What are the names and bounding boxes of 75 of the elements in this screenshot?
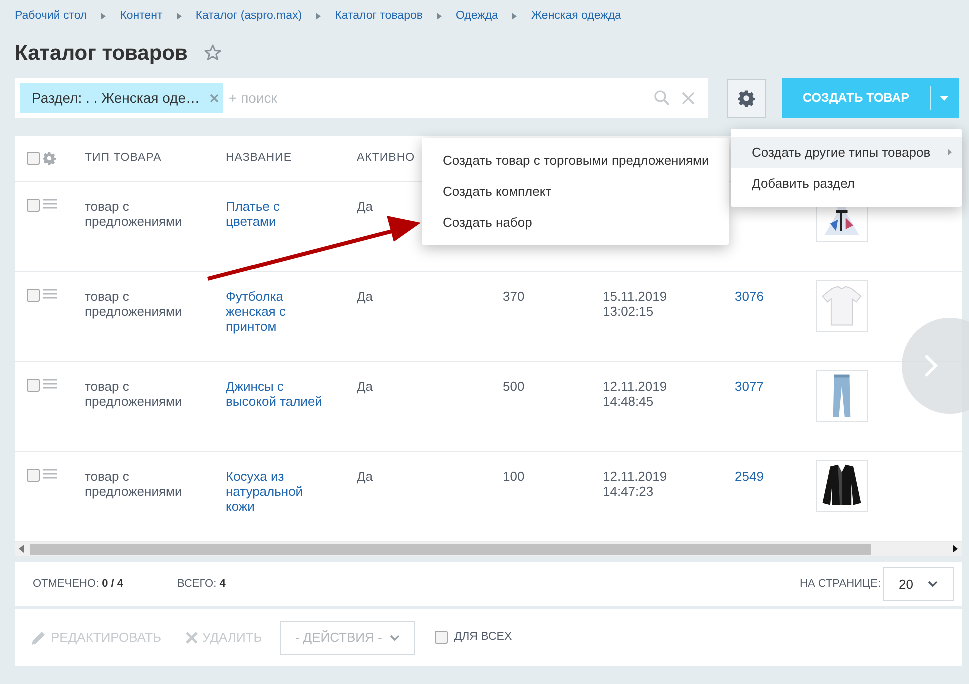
row-checkbox[interactable] <box>27 289 40 302</box>
breadcrumb-link[interactable]: Женская одежда <box>531 8 622 26</box>
table-cell-text: Да <box>357 379 374 394</box>
chevron-down-icon <box>928 581 938 588</box>
search-icon[interactable] <box>654 90 670 106</box>
table-cell-text: товар с предложениями <box>85 289 184 320</box>
star-icon[interactable] <box>204 44 222 62</box>
table-cell-text: Да <box>357 199 374 214</box>
settings-icon <box>738 90 755 107</box>
settings-button[interactable] <box>727 78 766 118</box>
product-link[interactable]: Косуха из натуральной кожи <box>226 469 357 514</box>
table-cell: 370 <box>503 289 525 304</box>
chevron-icon <box>512 13 518 20</box>
row-checkbox[interactable] <box>27 199 40 212</box>
table-cell: 12.11.2019 14:48:45 <box>603 379 668 410</box>
menu-item[interactable]: Создать набор <box>422 207 729 238</box>
settings-icon[interactable] <box>43 152 56 166</box>
close-icon[interactable] <box>682 92 695 105</box>
close-icon <box>186 632 198 644</box>
breadcrumb-link[interactable]: Каталог (aspro.max) <box>196 8 302 26</box>
table-cell-text: товар с предложениями <box>85 199 184 230</box>
filter-tag-label: Раздел: . . Женская оде… <box>32 88 200 108</box>
menu-icon[interactable] <box>43 199 57 210</box>
table-cell-text: Да <box>357 469 374 484</box>
chevron-down-icon <box>390 634 400 641</box>
for-all-label: ДЛЯ ВСЕХ <box>454 630 512 646</box>
scrollbar-thumb[interactable] <box>30 544 871 555</box>
menu-item[interactable]: Создать комплект <box>422 176 729 207</box>
chevron-right-icon <box>924 354 938 378</box>
id-link[interactable]: 3077 <box>735 379 764 394</box>
chevron-icon <box>101 13 106 20</box>
chevron-icon <box>436 13 442 20</box>
filter-tag[interactable]: Раздел: . . Женская оде… <box>20 83 224 114</box>
table-cell: 12.11.2019 14:47:23 <box>603 469 668 500</box>
total-count: ВСЕГО: 4 <box>177 577 226 592</box>
menu-icon[interactable] <box>43 469 57 480</box>
id-link[interactable]: 2549 <box>735 469 764 484</box>
search-input[interactable]: + поиск <box>229 88 648 109</box>
product-link[interactable]: Футболка женская с принтом <box>226 289 357 334</box>
remove-icon[interactable] <box>210 94 220 103</box>
table-cell-text: Да <box>357 289 374 304</box>
column-header[interactable]: ТИП ТОВАРА <box>85 150 226 168</box>
table-cell: 100 <box>503 469 525 484</box>
for-all-checkbox[interactable] <box>435 631 448 644</box>
breadcrumb-link[interactable]: Рабочий стол <box>15 8 88 26</box>
menu-item[interactable]: Создать товар с торговыми предложениями <box>422 145 729 176</box>
scroll-left-icon[interactable] <box>19 545 24 554</box>
menu-icon[interactable] <box>43 379 57 390</box>
breadcrumb-link[interactable]: Одежда <box>456 8 498 26</box>
select-all-checkbox[interactable] <box>27 152 40 166</box>
id-link[interactable]: 3076 <box>735 289 764 304</box>
menu-item[interactable]: Создать другие типы товаров <box>731 137 962 168</box>
breadcrumb-link[interactable]: Контент <box>120 8 163 26</box>
caret-icon <box>940 96 949 101</box>
table-cell: 15.11.2019 13:02:15 <box>603 289 668 320</box>
table-cell-text: товар с предложениями <box>85 469 184 500</box>
row-checkbox[interactable] <box>27 469 40 482</box>
chevron-icon <box>316 13 322 20</box>
product-link[interactable]: Джинсы с высокой талией <box>226 379 357 410</box>
menu-icon[interactable] <box>43 289 57 300</box>
pencil-icon <box>32 630 46 645</box>
per-page-select[interactable]: 20 <box>883 567 954 602</box>
table-cell-text: товар с предложениями <box>85 379 184 410</box>
column-header[interactable]: НАЗВАНИЕ <box>226 150 357 168</box>
scroll-right-icon[interactable] <box>953 545 958 554</box>
product-link[interactable]: Платье с цветами <box>226 199 357 230</box>
search-field[interactable]: Раздел: . . Женская оде… + поиск <box>15 78 708 118</box>
page-title: Каталог товаров <box>15 40 188 66</box>
per-page-label: НА СТРАНИЦЕ: <box>800 577 881 592</box>
marked-count: ОТМЕЧЕНО: 0 / 4 <box>33 577 124 592</box>
breadcrumb-link[interactable]: Каталог товаров <box>335 8 423 26</box>
table-cell: 500 <box>503 379 525 394</box>
menu-item[interactable]: Добавить раздел <box>731 168 962 199</box>
chevron-icon <box>176 13 182 20</box>
row-checkbox[interactable] <box>27 379 40 392</box>
